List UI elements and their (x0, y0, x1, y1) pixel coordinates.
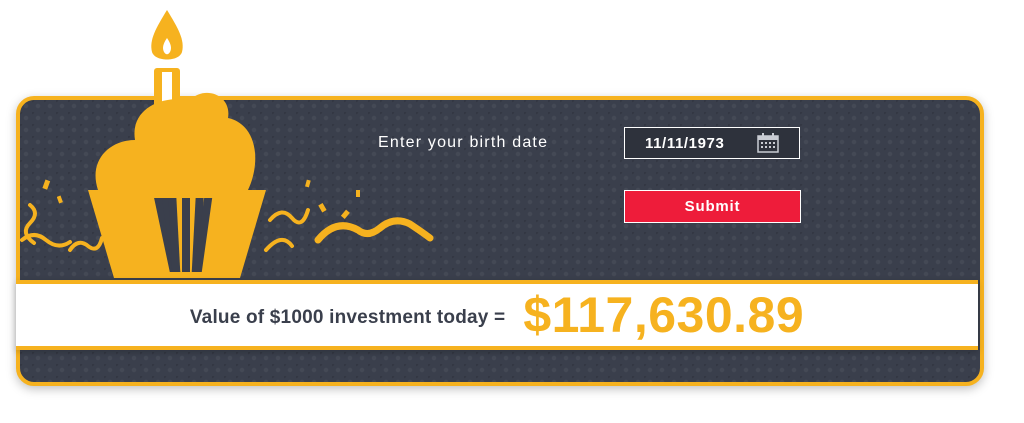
submit-button[interactable]: Submit (624, 190, 801, 223)
birth-date-input[interactable]: 11/11/1973 (624, 127, 800, 159)
result-value: $117,630.89 (523, 287, 805, 343)
birth-date-value: 11/11/1973 (645, 134, 725, 152)
calendar-icon[interactable] (757, 133, 779, 153)
result-band: Value of $1000 investment today = $117,6… (16, 280, 978, 350)
birth-date-label: Enter your birth date (378, 134, 549, 151)
cupcake-illustration (20, 10, 434, 278)
candle-icon (151, 10, 183, 112)
result-label: Value of $1000 investment today = (189, 307, 506, 328)
cupcake-icon (88, 92, 266, 278)
